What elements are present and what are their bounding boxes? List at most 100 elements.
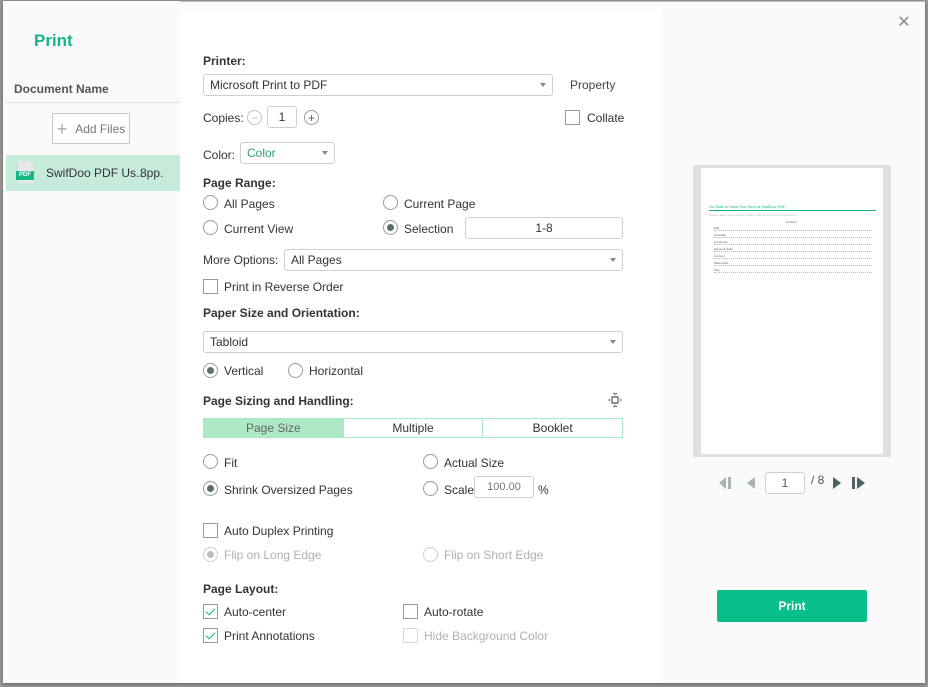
chevron-down-icon (610, 258, 616, 262)
page-range-label: Page Range: (203, 176, 276, 190)
next-page-icon[interactable] (833, 477, 842, 489)
preview-toc-entry: Watermark (714, 261, 872, 266)
copies-input[interactable]: 1 (267, 106, 297, 128)
paper-size-label: Paper Size and Orientation: (203, 306, 360, 320)
scale-unit: % (538, 483, 549, 497)
preview-toc-entry: Edit (714, 226, 872, 231)
increase-copies-button[interactable]: + (304, 110, 319, 125)
page-layout-label: Page Layout: (203, 582, 279, 596)
horizontal-label: Horizontal (309, 364, 364, 378)
sizing-tabs: Page Size Multiple Booklet (203, 418, 623, 438)
collate-checkbox[interactable] (565, 110, 580, 125)
previous-page-icon[interactable] (747, 477, 756, 489)
decrease-copies-button[interactable]: − (247, 110, 262, 125)
auto-duplex-checkbox[interactable] (203, 523, 218, 538)
hide-background-label: Hide Background Color (424, 629, 549, 643)
preview-doc-subtitle: Please take a few minutes to learn how w… (709, 213, 798, 217)
shrink-oversized-label: Shrink Oversized Pages (224, 483, 353, 497)
tab-page-size[interactable]: Page Size (204, 419, 343, 437)
add-files-label: Add Files (75, 121, 126, 136)
document-page-count: 8pp. (140, 166, 164, 180)
tab-booklet[interactable]: Booklet (482, 419, 623, 437)
total-pages-label: / 8 (811, 473, 825, 487)
auto-center-checkbox[interactable] (203, 604, 218, 619)
close-icon: ✕ (897, 14, 911, 31)
flip-short-edge-radio[interactable] (423, 547, 438, 562)
property-button[interactable]: Property (570, 78, 615, 92)
preview-page: So Glad to Have You Here at SwifDoo PDF … (701, 168, 883, 454)
plus-icon: + (56, 118, 68, 139)
print-dialog: Print Document Name + Add Files PDF Swif… (3, 1, 925, 683)
preview-toc-entry: Annotate (714, 233, 872, 238)
current-view-label: Current View (224, 222, 294, 236)
color-value: Color (247, 146, 276, 160)
close-button[interactable]: ✕ (896, 15, 912, 31)
first-page-icon[interactable] (719, 477, 733, 489)
document-name: SwifDoo PDF Us.. (46, 166, 143, 180)
page-number-input[interactable]: 1 (765, 472, 805, 494)
print-annotations-label: Print Annotations (224, 629, 315, 643)
auto-rotate-checkbox[interactable] (403, 604, 418, 619)
vertical-label: Vertical (224, 364, 264, 378)
copies-label: Copies: (203, 111, 244, 125)
scale-input[interactable]: 100.00 (474, 476, 534, 498)
printer-value: Microsoft Print to PDF (210, 78, 328, 92)
horizontal-radio[interactable] (288, 363, 303, 378)
selection-range-input[interactable]: 1-8 (465, 217, 623, 239)
fit-label: Fit (224, 456, 238, 470)
paper-size-select[interactable]: Tabloid (203, 331, 623, 353)
all-pages-label: All Pages (224, 197, 275, 211)
reverse-order-checkbox[interactable] (203, 279, 218, 294)
scale-radio[interactable] (423, 481, 438, 496)
collate-label: Collate (587, 111, 625, 125)
preview-toc-entry: Merge & Split (714, 247, 872, 252)
more-options-label: More Options: (203, 253, 279, 267)
move-icon[interactable] (607, 392, 623, 408)
current-page-radio[interactable] (383, 195, 398, 210)
actual-size-radio[interactable] (423, 454, 438, 469)
page-sizing-label: Page Sizing and Handling: (203, 394, 354, 408)
print-annotations-checkbox[interactable] (203, 628, 218, 643)
chevron-down-icon (540, 83, 546, 87)
chevron-down-icon (322, 151, 328, 155)
more-options-value: All Pages (291, 253, 342, 267)
printer-select[interactable]: Microsoft Print to PDF (203, 74, 553, 96)
flip-long-edge-radio[interactable] (203, 547, 218, 562)
flip-long-edge-label: Flip on Long Edge (224, 548, 322, 562)
auto-center-label: Auto-center (224, 605, 287, 619)
print-preview: So Glad to Have You Here at SwifDoo PDF … (693, 165, 891, 457)
hide-background-checkbox[interactable] (403, 628, 418, 643)
dialog-title: Print (34, 31, 73, 50)
flip-short-edge-label: Flip on Short Edge (444, 548, 544, 562)
auto-duplex-label: Auto Duplex Printing (224, 524, 334, 538)
preview-toc-entry: Sign (714, 268, 872, 273)
preview-title-rule (709, 210, 876, 211)
all-pages-radio[interactable] (203, 195, 218, 210)
vertical-radio[interactable] (203, 363, 218, 378)
selection-radio[interactable] (383, 220, 398, 235)
pdf-file-icon: PDF (16, 161, 36, 185)
document-list-item[interactable]: PDF SwifDoo PDF Us.. 8pp. (6, 155, 180, 191)
document-name-header: Document Name (14, 82, 109, 96)
printer-label: Printer: (203, 54, 246, 68)
last-page-icon[interactable] (852, 477, 866, 489)
paper-size-value: Tabloid (210, 335, 249, 349)
tab-multiple[interactable]: Multiple (342, 419, 483, 437)
color-label: Color: (203, 148, 236, 162)
more-options-select[interactable]: All Pages (284, 249, 623, 271)
selection-label: Selection (404, 222, 454, 236)
shrink-oversized-radio[interactable] (203, 481, 218, 496)
color-select[interactable]: Color (240, 142, 335, 164)
add-files-button[interactable]: + Add Files (52, 113, 130, 144)
current-view-radio[interactable] (203, 220, 218, 235)
plus-icon: + (307, 110, 315, 125)
scale-label: Scale (444, 483, 475, 497)
fit-radio[interactable] (203, 454, 218, 469)
preview-contents-heading: Content (786, 220, 797, 224)
auto-rotate-label: Auto-rotate (424, 605, 484, 619)
divider (6, 102, 180, 103)
reverse-order-label: Print in Reverse Order (224, 280, 344, 294)
print-button[interactable]: Print (717, 590, 867, 622)
minus-icon: − (250, 110, 258, 125)
current-page-label: Current Page (404, 197, 476, 211)
